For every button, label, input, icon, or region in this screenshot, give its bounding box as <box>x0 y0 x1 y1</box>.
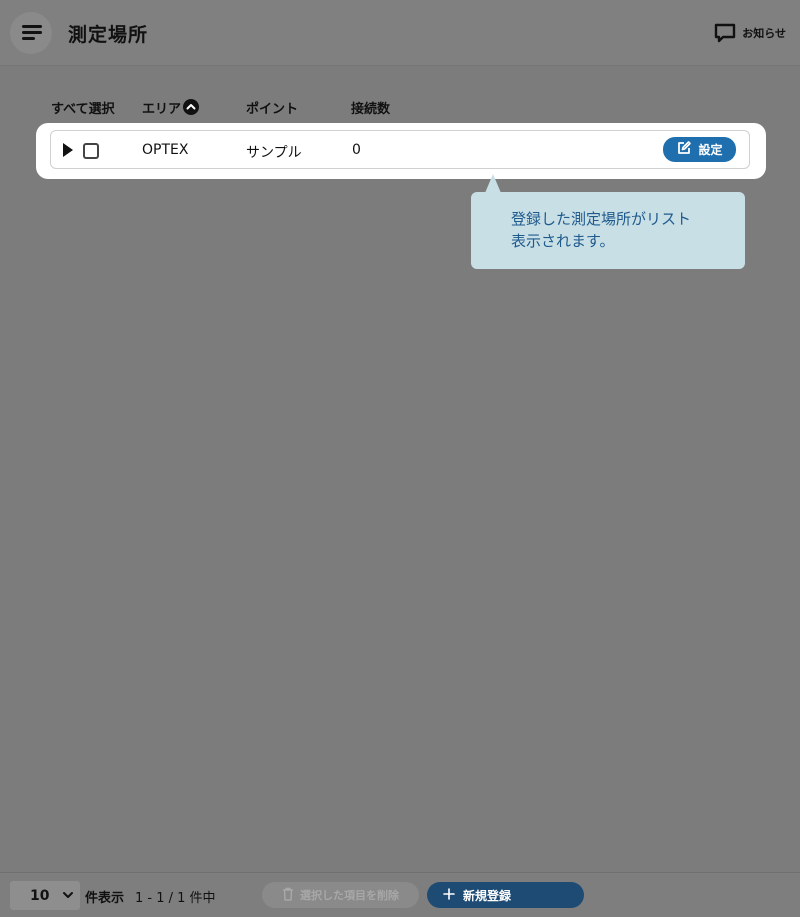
new-registration-button[interactable]: 新規登録 <box>427 882 584 908</box>
row-area: OPTEX <box>142 142 189 158</box>
area-column-label: エリア <box>142 101 182 117</box>
message-icon <box>714 23 736 43</box>
tooltip-callout: 登録した測定場所がリスト 表示されます。 <box>471 192 745 269</box>
per-page-select[interactable]: 10 <box>10 881 80 910</box>
row-connections: 0 <box>352 142 361 158</box>
menu-icon <box>22 25 42 28</box>
expand-triangle-icon[interactable] <box>63 143 73 157</box>
setting-button[interactable]: 設定 <box>663 137 736 162</box>
notice-label: お知らせ <box>742 27 786 40</box>
tooltip-arrow <box>485 174 501 193</box>
per-page-value: 10 <box>30 887 50 904</box>
chevron-down-icon <box>62 889 74 905</box>
notice-button[interactable]: お知らせ <box>714 22 786 44</box>
row-point: サンプル <box>246 145 302 161</box>
connections-column-header[interactable]: 接続数 <box>351 97 390 117</box>
edit-icon <box>676 140 692 159</box>
trash-icon <box>282 887 294 904</box>
tooltip-line-2: 表示されます。 <box>511 232 615 250</box>
plus-icon <box>443 887 455 903</box>
footer-bar: 10 件表示 1 - 1 / 1 件中 選択した項目を削除 新規登録 <box>0 872 800 917</box>
tooltip-line-1: 登録した測定場所がリスト <box>511 210 692 228</box>
delete-selected-button[interactable]: 選択した項目を削除 <box>262 882 419 908</box>
area-column-header[interactable]: エリア <box>142 97 200 117</box>
delete-button-label: 選択した項目を削除 <box>300 889 399 902</box>
per-page-label: 件表示 <box>85 891 125 906</box>
table-row[interactable]: OPTEX サンプル 0 設定 <box>50 130 750 169</box>
setting-button-label: 設定 <box>698 143 723 157</box>
menu-icon-bar <box>22 37 35 40</box>
pagination-range: 1 - 1 / 1 件中 <box>135 891 216 906</box>
new-button-label: 新規登録 <box>463 888 512 903</box>
row-checkbox[interactable] <box>83 143 99 159</box>
page-title: 測定場所 <box>68 24 149 46</box>
app-header: 測定場所 お知らせ <box>0 0 800 66</box>
sort-up-icon[interactable] <box>183 99 200 115</box>
menu-button[interactable] <box>10 12 52 54</box>
point-column-header[interactable]: ポイント <box>246 97 298 117</box>
select-all-header[interactable]: すべて選択 <box>51 97 115 117</box>
menu-icon-bar <box>22 31 42 34</box>
